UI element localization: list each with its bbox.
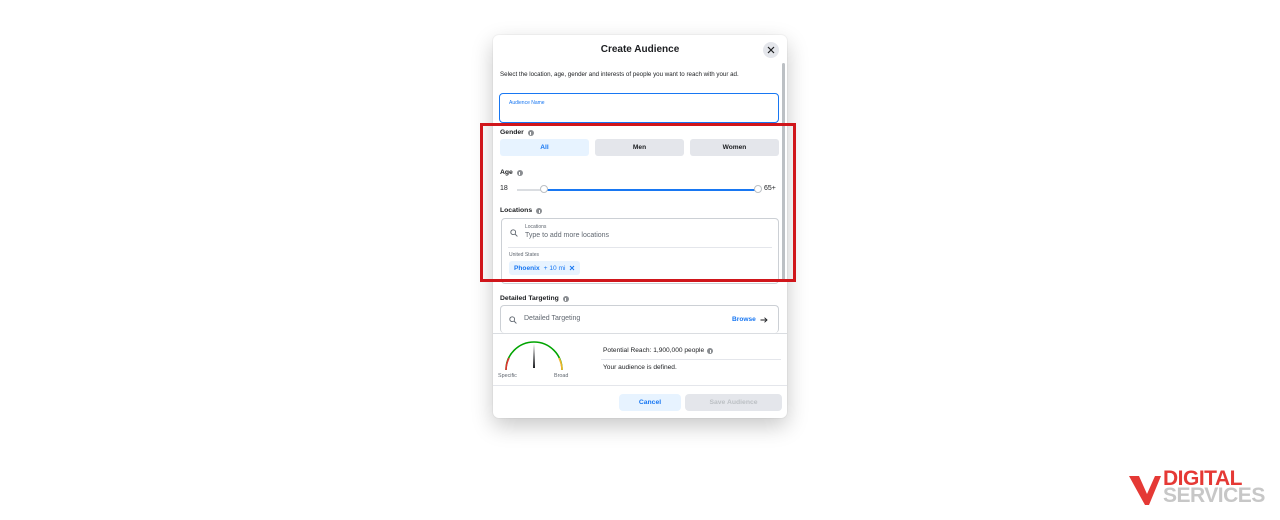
audience-status: Your audience is defined. [603,364,677,371]
logo-text: DIGITAL SERVICES [1163,468,1265,507]
search-icon [509,316,517,324]
info-icon[interactable] [562,295,569,302]
save-audience-button[interactable]: Save Audience [685,394,782,411]
browse-link[interactable]: Browse [732,316,768,323]
arrow-right-icon [760,316,768,323]
detailed-targeting-field[interactable]: Detailed Targeting Browse [500,305,779,333]
divider [493,385,787,386]
detailed-targeting-label: Detailed Targeting [500,295,569,302]
divider [601,359,781,360]
audience-name-field[interactable]: Audience Name [499,93,779,123]
close-button[interactable] [763,42,779,58]
audience-size-gauge-icon [505,341,563,371]
audience-name-label: Audience Name [509,100,545,106]
detailed-targeting-input[interactable]: Detailed Targeting [524,315,580,322]
logo-line-2: SERVICES [1163,484,1265,507]
divider [493,333,787,334]
gauge-specific-label: Specific [498,373,517,379]
dialog-title: Create Audience [600,44,680,55]
info-icon[interactable] [707,347,714,354]
highlight-box [480,123,796,282]
cancel-button[interactable]: Cancel [619,394,681,411]
gauge-broad-label: Broad [554,373,569,379]
intro-text: Select the location, age, gender and int… [500,71,739,78]
close-icon [767,46,775,54]
potential-reach: Potential Reach: 1,900,000 people [603,347,714,354]
